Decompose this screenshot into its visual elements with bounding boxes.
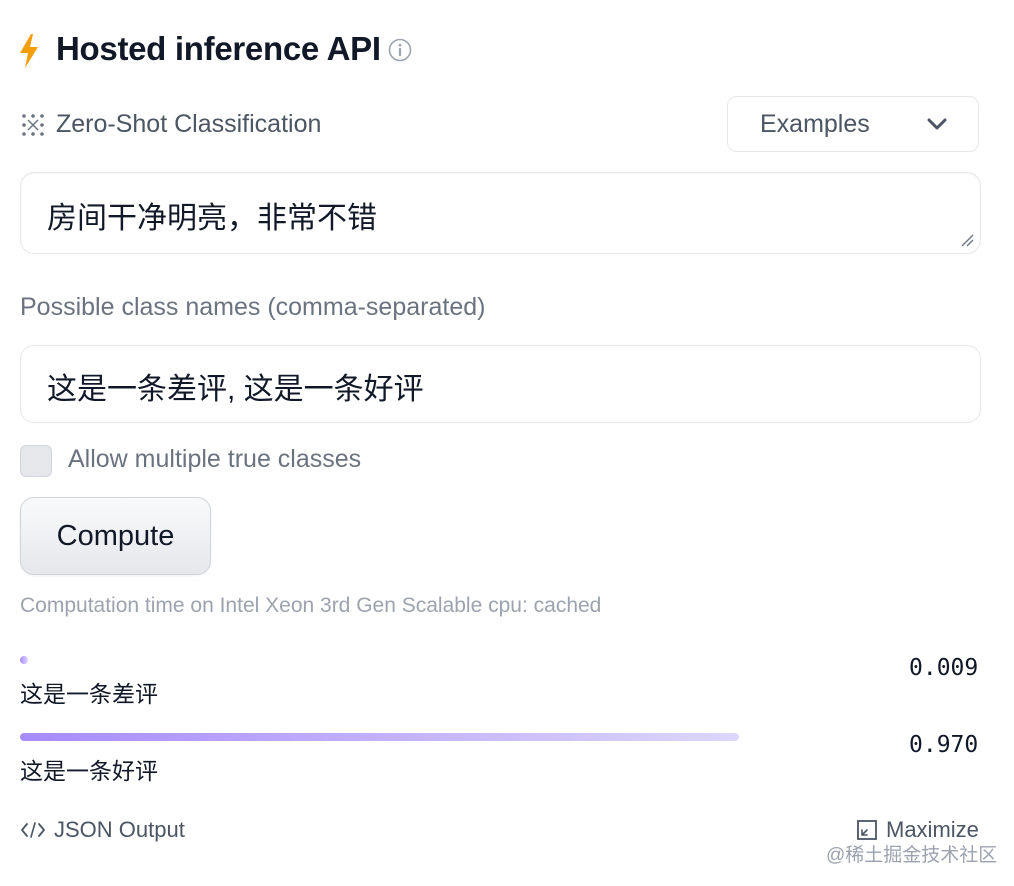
resize-handle-icon[interactable] <box>960 233 974 247</box>
examples-label: Examples <box>760 109 870 138</box>
result-label-1: 这是一条好评 <box>20 758 158 784</box>
compute-button[interactable]: Compute <box>20 497 211 575</box>
result-label-0: 这是一条差评 <box>20 681 158 707</box>
result-bar-1 <box>20 733 739 741</box>
task-type: Zero-Shot Classification <box>20 110 321 139</box>
code-icon <box>21 822 45 838</box>
result-bar-0 <box>20 656 28 664</box>
watermark: @稀土掘金技术社区 <box>826 845 998 866</box>
page-title: Hosted inference API <box>56 30 381 67</box>
class-names-label: Possible class names (comma-separated) <box>20 293 486 321</box>
chevron-down-icon <box>927 118 947 130</box>
class-names-value: 这是一条差评, 这是一条好评 <box>47 373 424 406</box>
class-names-input[interactable]: 这是一条差评, 这是一条好评 <box>20 345 981 423</box>
multi-class-checkbox[interactable] <box>20 445 52 477</box>
result-score-1: 0.970 <box>909 732 979 758</box>
result-score-0: 0.009 <box>909 655 979 681</box>
json-output-label: JSON Output <box>54 817 185 842</box>
info-icon[interactable] <box>388 38 412 62</box>
multi-class-label[interactable]: Allow multiple true classes <box>68 445 361 474</box>
computation-time: Computation time on Intel Xeon 3rd Gen S… <box>20 594 602 617</box>
task-label: Zero-Shot Classification <box>56 110 322 138</box>
json-output-toggle[interactable]: JSON Output <box>20 817 185 843</box>
text-input-value: 房间干净明亮，非常不错 <box>47 202 377 235</box>
lightning-icon <box>20 34 38 68</box>
zero-shot-classification-icon <box>22 113 44 136</box>
examples-dropdown[interactable]: Examples <box>727 96 979 152</box>
maximize-icon <box>857 820 877 840</box>
text-input[interactable]: 房间干净明亮，非常不错 <box>20 172 981 254</box>
